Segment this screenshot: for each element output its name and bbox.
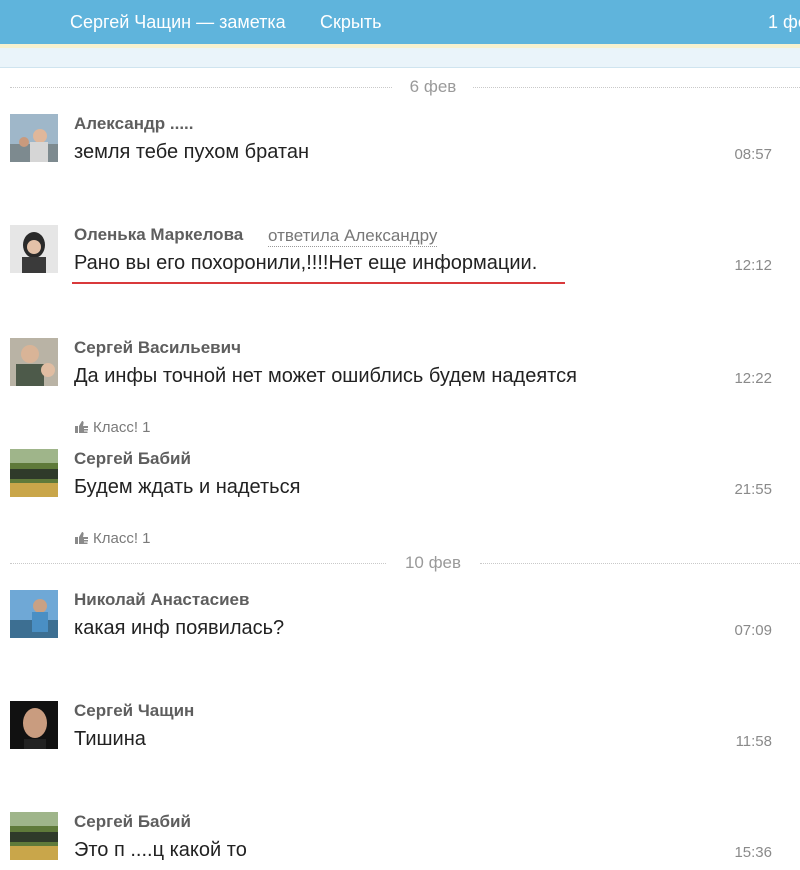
comment-author[interactable]: Оленька Маркелова xyxy=(74,225,243,245)
comment-time: 21:55 xyxy=(734,481,772,498)
like-button[interactable]: Класс! 1 xyxy=(74,419,151,436)
avatar[interactable] xyxy=(10,812,58,860)
comment-text: Это п ....ц какой то xyxy=(74,839,247,861)
comment-text: какая инф появилась? xyxy=(74,617,285,639)
date-separator: 6 фев xyxy=(10,77,800,97)
like-label: Класс! 1 xyxy=(93,419,151,436)
comment-author[interactable]: Николай Анастасиев xyxy=(74,590,249,610)
comment-author[interactable]: Сергей Бабий xyxy=(74,812,191,832)
avatar[interactable] xyxy=(10,338,58,386)
comment-time: 08:57 xyxy=(734,146,772,163)
comment-time: 12:12 xyxy=(734,257,772,274)
thumbs-up-icon xyxy=(75,421,88,433)
avatar[interactable] xyxy=(10,701,58,749)
comment-author[interactable]: Сергей Васильевич xyxy=(74,338,241,358)
header-substrip xyxy=(0,48,800,68)
avatar[interactable] xyxy=(10,225,58,273)
comment-time: 11:58 xyxy=(735,733,772,750)
hide-button[interactable]: Скрыть xyxy=(320,12,381,33)
note-title-link[interactable]: Сергей Чащин — заметка xyxy=(70,12,286,33)
like-label: Класс! 1 xyxy=(93,530,151,547)
avatar[interactable] xyxy=(10,590,58,638)
reply-to-link[interactable]: ответила Александру xyxy=(268,226,438,247)
comment-text: земля тебе пухом братан xyxy=(74,141,310,163)
comment-author[interactable]: Сергей Бабий xyxy=(74,449,191,469)
like-button[interactable]: Класс! 1 xyxy=(74,530,151,547)
comment-text: Будем ждать и надеться xyxy=(74,476,301,498)
comment-text: Тишина xyxy=(74,728,146,750)
comment-time: 12:22 xyxy=(734,370,772,387)
avatar[interactable] xyxy=(10,114,58,162)
avatar[interactable] xyxy=(10,449,58,497)
separator-line xyxy=(10,87,392,88)
separator-line xyxy=(480,563,800,564)
separator-line xyxy=(10,563,386,564)
top-bar: Сергей Чащин — заметка Скрыть 1 фе xyxy=(0,0,800,44)
comment-time: 07:09 xyxy=(734,622,772,639)
highlight-underline xyxy=(72,282,565,284)
comment-time: 15:36 xyxy=(734,844,772,861)
date-label: 10 фев xyxy=(404,553,462,572)
separator-line xyxy=(473,87,800,88)
date-separator: 10 фев xyxy=(10,553,800,573)
count-label[interactable]: 1 фе xyxy=(768,12,800,33)
comment-text: Рано вы его похоронили,!!!!Нет еще инфор… xyxy=(74,252,538,274)
comment-author[interactable]: Александр ..... xyxy=(74,114,194,134)
comment-author[interactable]: Сергей Чащин xyxy=(74,701,194,721)
thumbs-up-icon xyxy=(75,532,88,544)
comment-text: Да инфы точной нет может ошиблись будем … xyxy=(74,365,577,387)
date-label: 6 фев xyxy=(409,77,457,96)
